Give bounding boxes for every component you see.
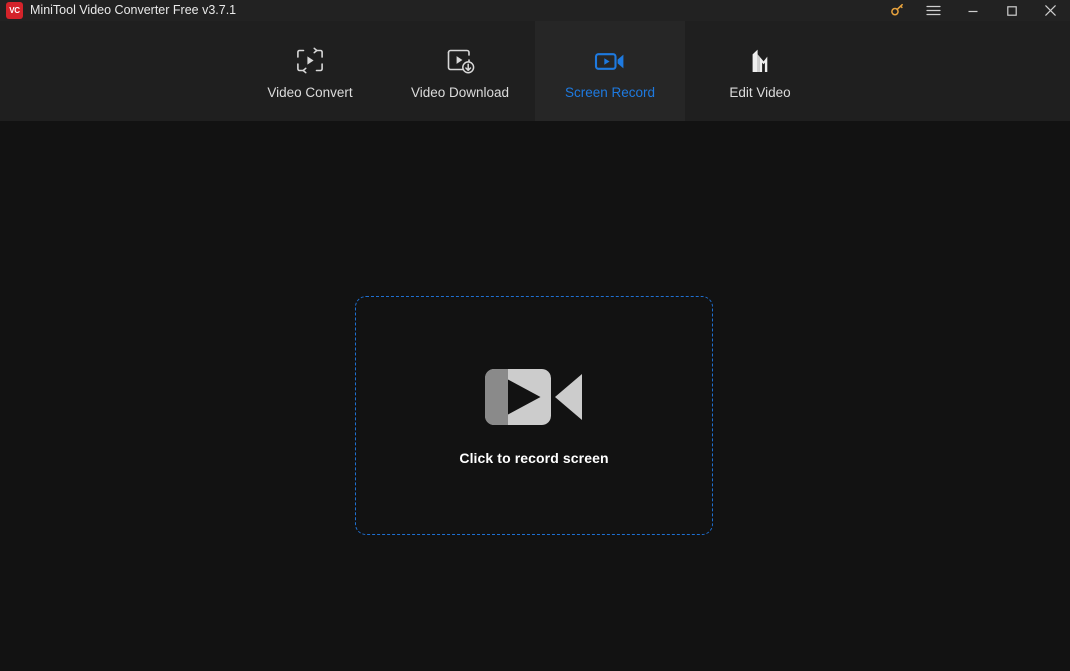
record-screen-dropzone[interactable]: Click to record screen [355, 296, 713, 535]
camcorder-icon [484, 366, 584, 428]
tab-video-convert[interactable]: Video Convert [235, 21, 385, 121]
tab-label: Video Convert [267, 85, 353, 101]
key-icon [890, 3, 905, 18]
nav-tabs: Video Convert Video Download Screen Reco… [235, 21, 835, 121]
video-convert-icon [294, 42, 326, 80]
tab-edit-video[interactable]: Edit Video [685, 21, 835, 121]
nav-header: Video Convert Video Download Screen Reco… [0, 21, 1070, 121]
tab-label: Video Download [410, 85, 510, 101]
close-button[interactable] [1031, 0, 1070, 21]
app-window: VC MiniTool Video Converter Free v3.7.1 [0, 0, 1070, 671]
video-download-icon [444, 42, 476, 80]
maximize-button[interactable] [992, 0, 1031, 21]
hamburger-menu-icon [926, 4, 941, 17]
tab-video-download[interactable]: Video Download [385, 21, 535, 121]
title-bar: VC MiniTool Video Converter Free v3.7.1 [0, 0, 1070, 21]
minimize-button[interactable] [953, 0, 992, 21]
screen-record-icon [593, 42, 627, 80]
tab-label: Screen Record [564, 85, 656, 101]
window-title: MiniTool Video Converter Free v3.7.1 [30, 3, 237, 18]
tab-screen-record[interactable]: Screen Record [535, 21, 685, 121]
app-logo-text: VC [9, 5, 20, 15]
edit-video-icon [744, 42, 776, 80]
license-key-button[interactable] [880, 0, 914, 21]
minimize-icon [967, 5, 979, 17]
close-icon [1044, 4, 1057, 17]
dropzone-label: Click to record screen [459, 450, 609, 466]
app-logo-icon: VC [6, 2, 23, 19]
menu-button[interactable] [914, 0, 953, 21]
main-content: Click to record screen [0, 121, 1070, 671]
window-controls [880, 0, 1070, 21]
tab-label: Edit Video [729, 85, 791, 101]
maximize-icon [1006, 5, 1018, 17]
